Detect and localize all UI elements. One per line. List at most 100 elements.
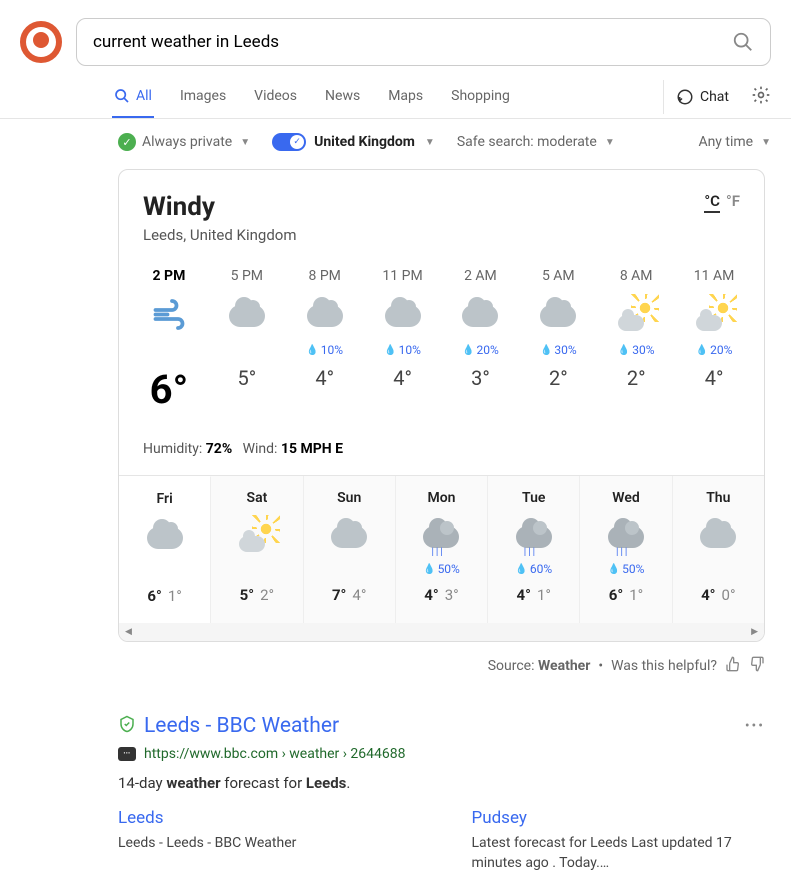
day-name: Mon <box>400 490 483 506</box>
search-input[interactable] <box>93 32 732 52</box>
unit-toggle[interactable]: °C°F <box>704 192 740 210</box>
search-result: ••• Leeds - BBC Weather ••• https://www.… <box>118 714 765 873</box>
rain-icon: ||| <box>400 518 483 556</box>
cloud-icon <box>307 296 343 336</box>
hourly-slot[interactable]: 2 AM 💧20% 3° <box>443 268 519 413</box>
duckduckgo-logo[interactable] <box>20 21 62 63</box>
precipitation: 💧50% <box>400 562 483 576</box>
hour-time: 2 PM <box>153 268 186 284</box>
hour-time: 2 AM <box>464 268 497 284</box>
low-temp: 0° <box>722 586 736 604</box>
search-icon[interactable] <box>732 31 754 53</box>
weather-condition: Windy <box>143 192 740 222</box>
precipitation: 💧10% <box>306 342 343 358</box>
thumbs-down-icon[interactable] <box>749 656 765 676</box>
chat-button[interactable]: Chat <box>663 80 741 114</box>
chevron-down-icon: ▼ <box>425 137 435 148</box>
result-url[interactable]: ••• https://www.bbc.com › weather › 2644… <box>118 746 765 762</box>
weather-card: Windy Leeds, United Kingdom °C°F 2 PM 6°… <box>118 169 765 642</box>
precipitation: 💧30% <box>540 342 577 358</box>
daily-slot[interactable]: Fri 6°1° <box>119 476 211 623</box>
precipitation <box>677 562 760 576</box>
sitelink-desc: Leeds - Leeds - BBC Weather <box>118 834 412 854</box>
hourly-slot[interactable]: 8 PM 💧10% 4° <box>287 268 363 413</box>
thumbs-up-icon[interactable] <box>725 656 741 676</box>
high-temp: 7° <box>332 586 346 604</box>
hour-temp: 6° <box>150 366 189 413</box>
hour-temp: 3° <box>471 366 490 390</box>
daily-slot[interactable]: Mon ||| 💧50% 4° 3° <box>396 476 488 623</box>
settings-icon[interactable] <box>751 85 771 109</box>
precipitation <box>308 562 391 576</box>
hour-time: 11 AM <box>694 268 735 284</box>
hour-time: 5 AM <box>542 268 575 284</box>
result-menu-icon[interactable]: ••• <box>745 718 765 734</box>
hour-temp: 2° <box>627 366 646 390</box>
hourly-slot[interactable]: 11 AM 💧20% 4° <box>676 268 752 413</box>
daily-slot[interactable]: Thu 4°0° <box>673 476 764 623</box>
scrollbar[interactable] <box>119 623 764 641</box>
sitelink: Pudsey Latest forecast for Leeds Last up… <box>472 808 766 873</box>
high-temp: 4° <box>424 586 438 604</box>
precipitation: 💧20% <box>696 342 733 358</box>
rain-icon: ||| <box>584 518 667 556</box>
sun-icon <box>694 296 734 336</box>
cloud-icon <box>540 296 576 336</box>
safe-search-filter[interactable]: Safe search: moderate ▼ <box>457 134 615 150</box>
hour-temp: 4° <box>393 366 412 390</box>
result-title[interactable]: Leeds - BBC Weather <box>118 714 765 738</box>
day-name: Fri <box>123 491 206 507</box>
hour-temp: 5° <box>237 366 256 390</box>
tab-news[interactable]: News <box>323 76 362 118</box>
tab-maps[interactable]: Maps <box>386 76 425 118</box>
high-temp: 6° <box>609 586 623 604</box>
hourly-slot[interactable]: 5 AM 💧30% 2° <box>520 268 596 413</box>
cloud-icon <box>462 296 498 336</box>
hour-time: 8 AM <box>620 268 653 284</box>
tab-videos[interactable]: Videos <box>252 76 299 118</box>
low-temp: 1° <box>629 586 643 604</box>
weather-location: Leeds, United Kingdom <box>143 226 740 244</box>
chevron-down-icon: ▼ <box>761 137 771 148</box>
partly-icon <box>215 518 298 556</box>
precipitation: 💧50% <box>584 562 667 576</box>
sitelink-title[interactable]: Leeds <box>118 808 412 828</box>
hour-time: 8 PM <box>308 268 340 284</box>
weather-details: Humidity: 72% Wind: 15 MPH E <box>119 433 764 475</box>
privacy-indicator[interactable]: ✓ Always private ▼ <box>118 133 250 151</box>
precipitation: 💧20% <box>462 342 499 358</box>
wind-icon <box>147 296 191 336</box>
sitelink-title[interactable]: Pudsey <box>472 808 766 828</box>
hour-temp: 4° <box>705 366 724 390</box>
tab-images[interactable]: Images <box>178 76 228 118</box>
check-icon: ✓ <box>118 133 136 151</box>
high-temp: 6° <box>147 587 161 605</box>
hourly-slot[interactable]: 2 PM 6° <box>131 268 207 413</box>
daily-slot[interactable]: Sat 5°2° <box>211 476 303 623</box>
daily-slot[interactable]: Wed ||| 💧50% 6°1° <box>580 476 672 623</box>
toggle-switch-icon[interactable] <box>272 133 306 151</box>
chat-icon <box>676 88 694 106</box>
low-temp: 3° <box>445 586 459 604</box>
rain-icon: ||| <box>492 518 575 556</box>
sun-icon <box>616 296 656 336</box>
hourly-slot[interactable]: 8 AM 💧30% 2° <box>598 268 674 413</box>
daily-slot[interactable]: Tue ||| 💧60% 4°1° <box>488 476 580 623</box>
cloud-icon <box>123 519 206 557</box>
cloud-icon <box>385 296 421 336</box>
low-temp: 2° <box>260 586 274 604</box>
hourly-slot[interactable]: 11 PM 💧10% 4° <box>365 268 441 413</box>
precipitation: 💧30% <box>618 342 655 358</box>
search-box[interactable] <box>76 18 771 66</box>
hourly-slot[interactable]: 5 PM 5° <box>209 268 285 413</box>
daily-slot[interactable]: Sun 7°4° <box>304 476 396 623</box>
day-name: Thu <box>677 490 760 506</box>
region-toggle[interactable]: United Kingdom ▼ <box>272 133 435 151</box>
tab-shopping[interactable]: Shopping <box>449 76 512 118</box>
time-filter[interactable]: Any time ▼ <box>698 134 771 150</box>
cloud-icon <box>308 518 391 556</box>
precipitation: 💧10% <box>384 342 421 358</box>
day-name: Tue <box>492 490 575 506</box>
source-attribution: Source: Weather • Was this helpful? <box>118 656 765 676</box>
tab-all[interactable]: All <box>112 76 154 118</box>
